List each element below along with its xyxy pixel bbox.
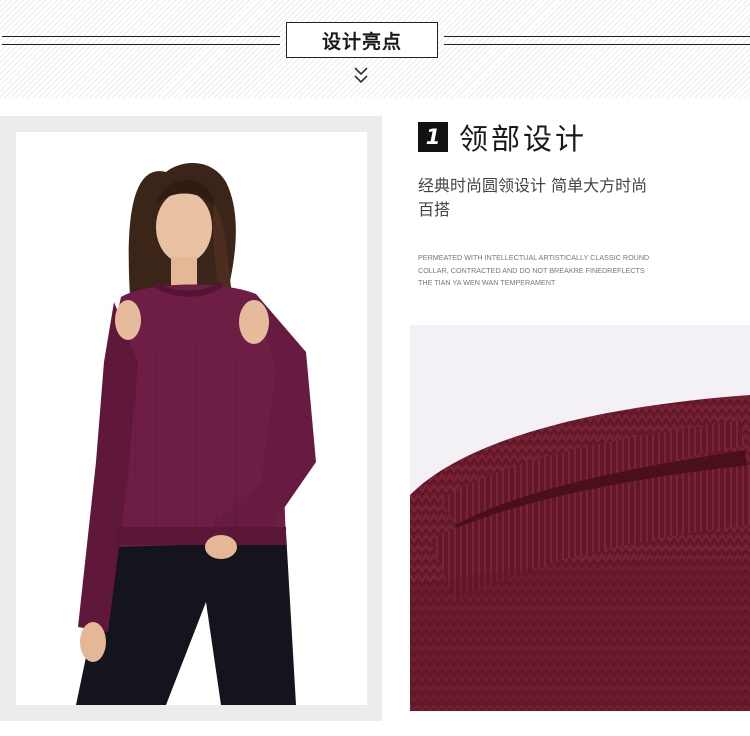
- model-illustration: [76, 162, 316, 705]
- section-heading: 1 领部设计: [418, 116, 587, 158]
- header-band: 设计亮点: [0, 0, 750, 98]
- section-title: 领部设计: [459, 122, 588, 156]
- model-photo: [16, 132, 367, 705]
- double-chevron-down-icon: [354, 67, 368, 84]
- collar-detail-illustration: [410, 395, 750, 711]
- header-line-left-top: [2, 36, 280, 37]
- header-line-right-top: [444, 36, 750, 37]
- collar-detail-photo: [410, 325, 750, 711]
- section-number-badge: 1: [418, 122, 448, 152]
- header-line-left-bottom: [2, 44, 280, 45]
- section-description: 经典时尚圆领设计 简单大方时尚百搭: [418, 176, 648, 219]
- model-photo-frame: [0, 116, 382, 721]
- header-line-right-bottom: [444, 44, 750, 45]
- english-description: Permeated with intellectual artistically…: [418, 253, 650, 287]
- header-title: 设计亮点: [286, 22, 438, 58]
